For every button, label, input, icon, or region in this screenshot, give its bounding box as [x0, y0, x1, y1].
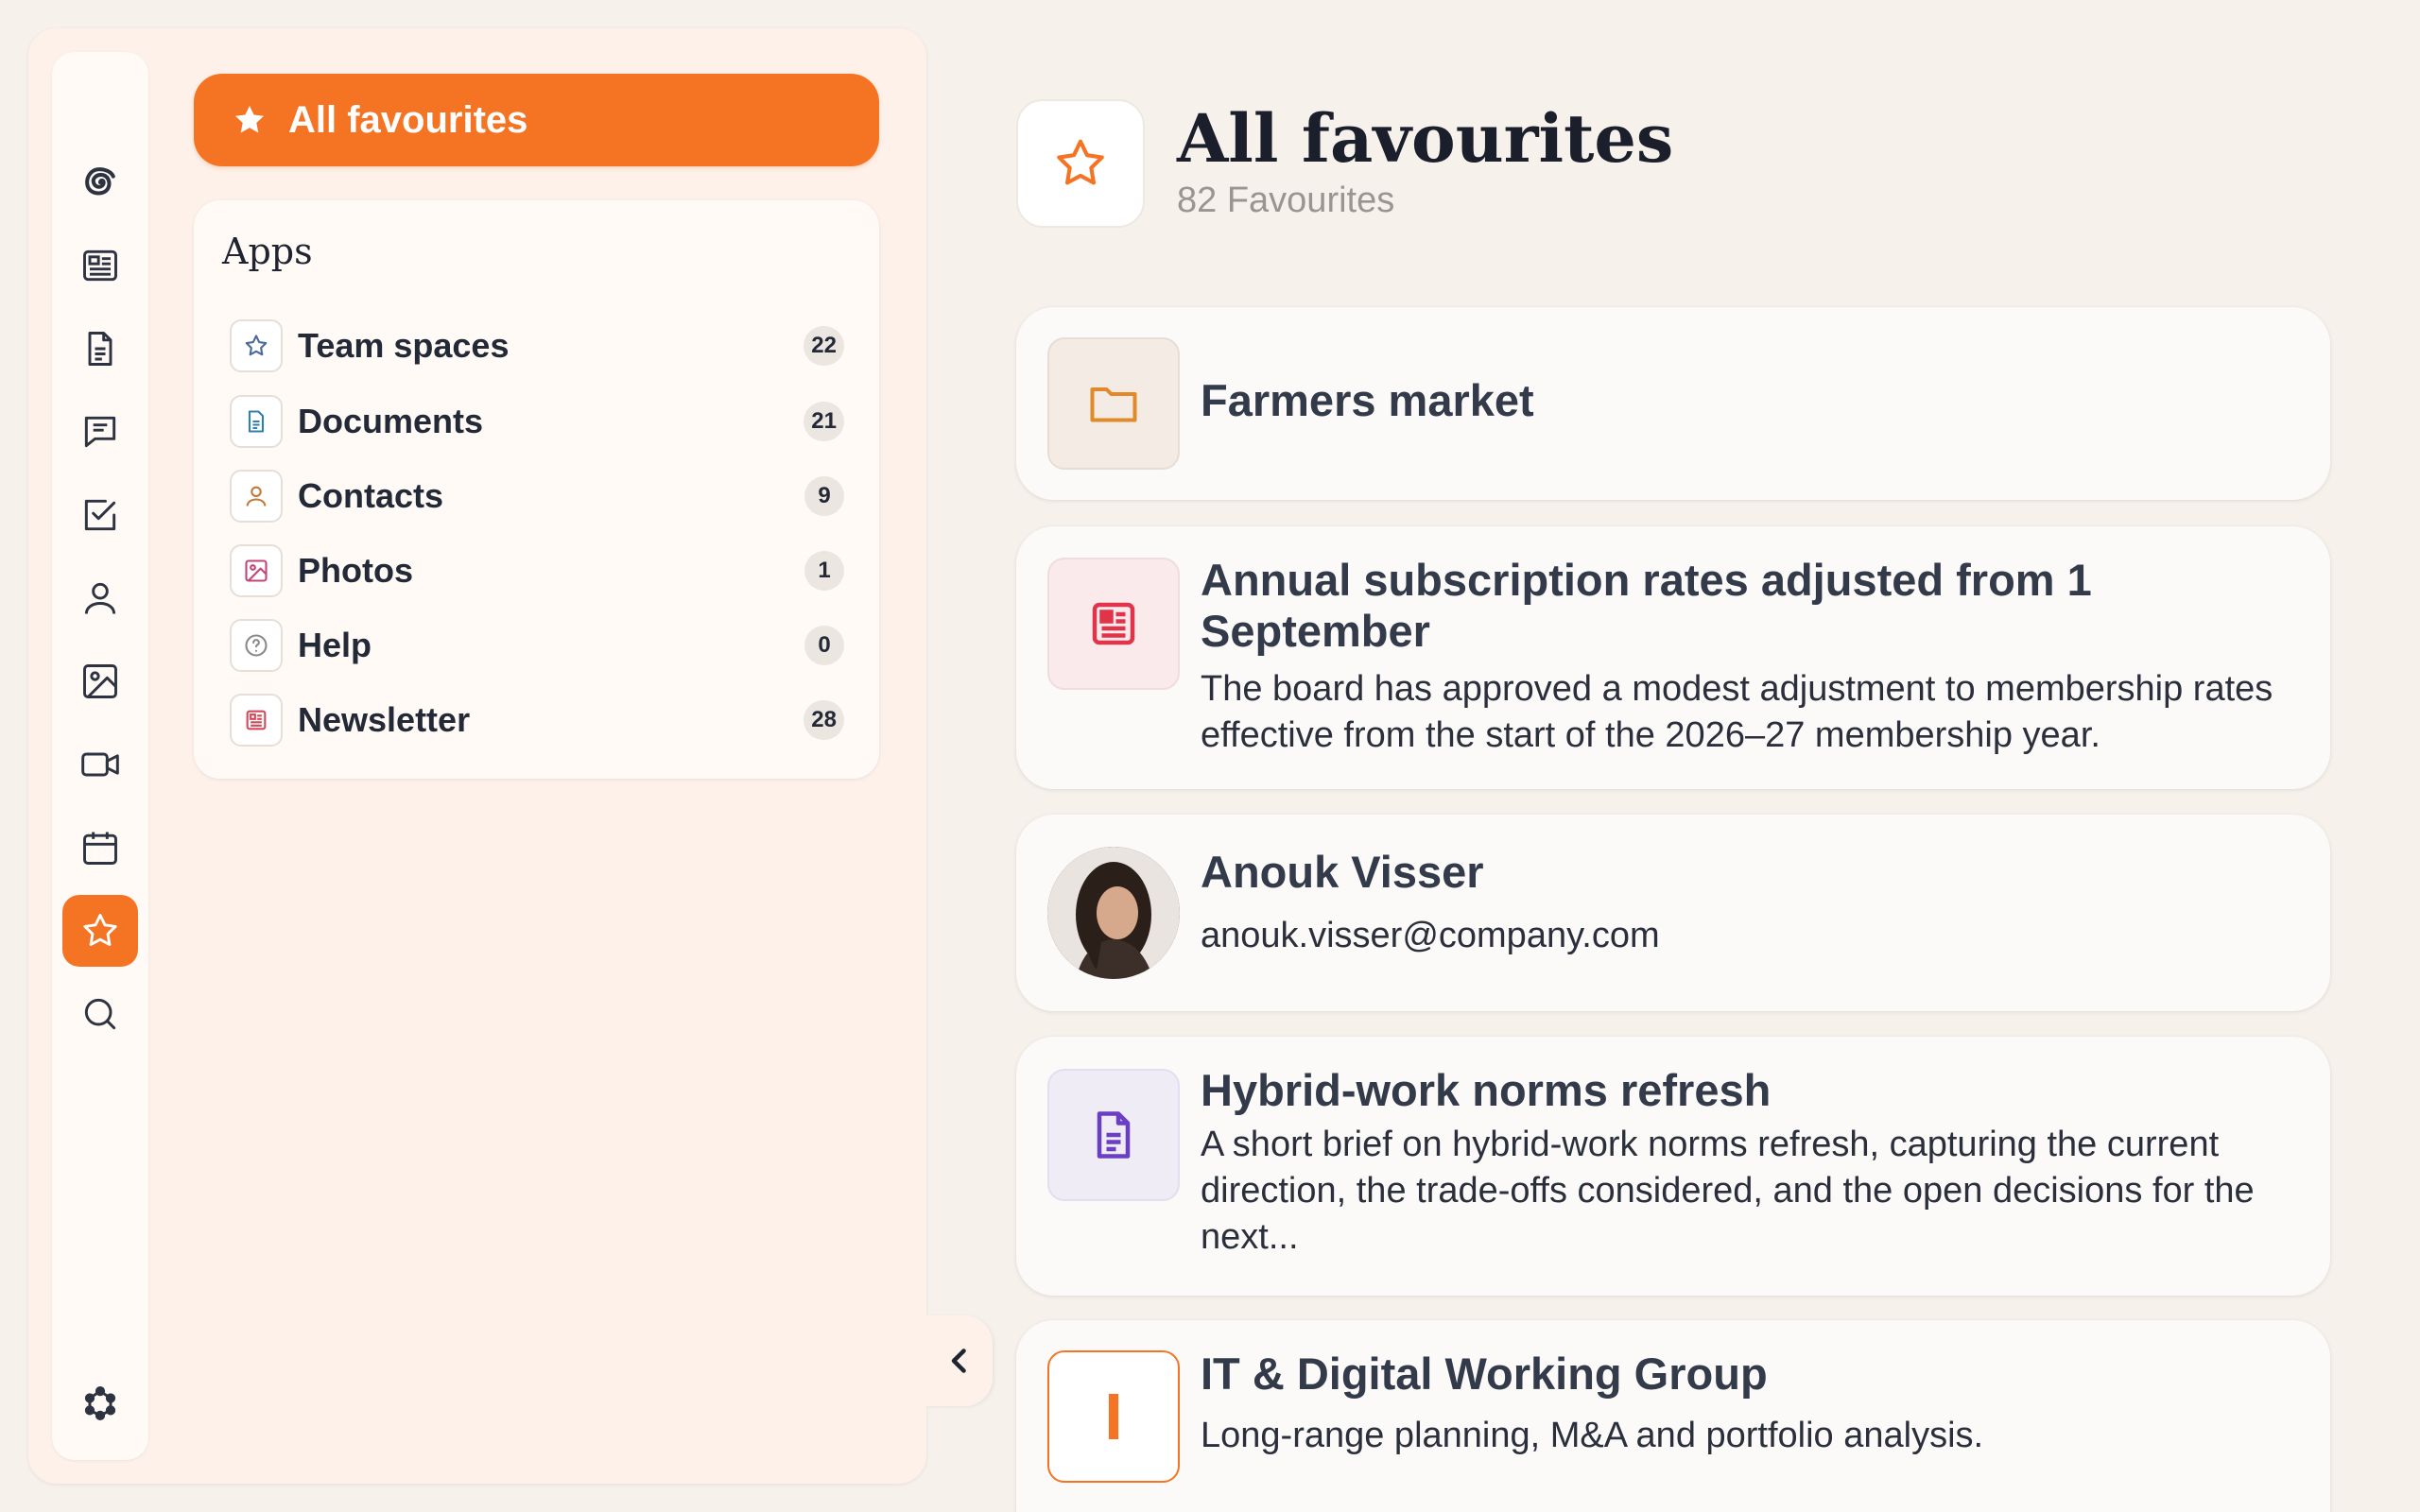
- favourite-card-document[interactable]: Hybrid-work norms refresh A short brief …: [1016, 1037, 2330, 1296]
- help-icon: [230, 619, 283, 672]
- app-count-badge: 28: [804, 700, 844, 740]
- app-count-badge: 1: [804, 551, 844, 591]
- star-icon: [234, 105, 265, 133]
- card-title: Hybrid-work norms refresh: [1201, 1065, 1772, 1115]
- folder-icon: [1047, 337, 1180, 470]
- document-icon: [1047, 1069, 1180, 1201]
- card-title: IT & Digital Working Group: [1201, 1349, 1768, 1399]
- search-icon[interactable]: [62, 978, 138, 1050]
- card-description: A short brief on hybrid-work norms refre…: [1201, 1125, 2255, 1257]
- all-favourites-button[interactable]: All favourites: [194, 74, 879, 166]
- star-icon: [1016, 99, 1145, 228]
- team-initial: I: [1047, 1350, 1180, 1483]
- icon-rail: [52, 52, 148, 1460]
- document-icon: [230, 395, 283, 448]
- star-icon[interactable]: [62, 895, 138, 967]
- sidebar-panel: All favourites Apps Team spaces 22 Docum…: [28, 28, 926, 1484]
- news-icon[interactable]: [62, 230, 138, 301]
- newsletter-icon: [1047, 558, 1180, 690]
- favourite-card-newsletter[interactable]: Annual subscription rates adjusted from …: [1016, 526, 2330, 789]
- app-item-documents[interactable]: Documents 21: [230, 393, 844, 450]
- app-count-badge: 22: [804, 326, 844, 366]
- calendar-icon[interactable]: [62, 812, 138, 884]
- card-description: Long-range planning, M&A and portfolio a…: [1201, 1416, 1984, 1455]
- app-label: Team spaces: [298, 326, 510, 365]
- video-icon[interactable]: [62, 729, 138, 800]
- app-count-badge: 0: [804, 626, 844, 665]
- app-item-contacts[interactable]: Contacts 9: [230, 468, 844, 524]
- app-item-newsletter[interactable]: Newsletter 28: [230, 692, 844, 748]
- favourites-count: 82 Favourites: [1177, 180, 1395, 220]
- app-label: Help: [298, 626, 372, 664]
- document-icon[interactable]: [62, 313, 138, 385]
- app-count-badge: 9: [804, 476, 844, 516]
- favourite-card-team[interactable]: I IT & Digital Working Group Long-range …: [1016, 1320, 2330, 1512]
- card-title: Annual subscription rates adjusted from …: [1201, 555, 2092, 656]
- app-item-help[interactable]: Help 0: [230, 617, 844, 674]
- newsletter-icon: [230, 694, 283, 747]
- chevron-left-icon: [951, 1349, 966, 1373]
- person-icon: [230, 470, 283, 523]
- app-label: Documents: [298, 402, 484, 440]
- page-title: All favourites: [1177, 99, 1674, 178]
- app-count-badge: 21: [804, 402, 844, 441]
- app-label: Contacts: [298, 476, 444, 515]
- all-favourites-label: All favourites: [288, 98, 528, 141]
- person-icon[interactable]: [62, 562, 138, 634]
- image-icon: [230, 544, 283, 597]
- image-icon[interactable]: [62, 645, 138, 717]
- app-label: Photos: [298, 551, 413, 590]
- collapse-sidebar-button[interactable]: [926, 1315, 993, 1406]
- app-item-team-spaces[interactable]: Team spaces 22: [230, 318, 844, 374]
- team-spaces-icon: [230, 319, 283, 372]
- app-item-photos[interactable]: Photos 1: [230, 542, 844, 599]
- network-icon[interactable]: [62, 1367, 138, 1439]
- logo-swirl-icon[interactable]: [62, 146, 138, 218]
- favourite-card-folder[interactable]: Farmers market: [1016, 307, 2330, 500]
- tasks-icon[interactable]: [62, 479, 138, 551]
- app-label: Newsletter: [298, 700, 471, 739]
- apps-list: Apps Team spaces 22 Documents 21 Contact…: [194, 200, 879, 779]
- avatar: [1047, 847, 1180, 979]
- contact-email: anouk.visser@company.com: [1201, 916, 1660, 955]
- apps-heading: Apps: [222, 231, 313, 272]
- card-title: Farmers market: [1201, 375, 1534, 425]
- card-description: The board has approved a modest adjustme…: [1201, 669, 2273, 755]
- chat-icon[interactable]: [62, 396, 138, 468]
- favourite-card-contact[interactable]: Anouk Visser anouk.visser@company.com: [1016, 815, 2330, 1011]
- contact-name: Anouk Visser: [1201, 847, 1484, 897]
